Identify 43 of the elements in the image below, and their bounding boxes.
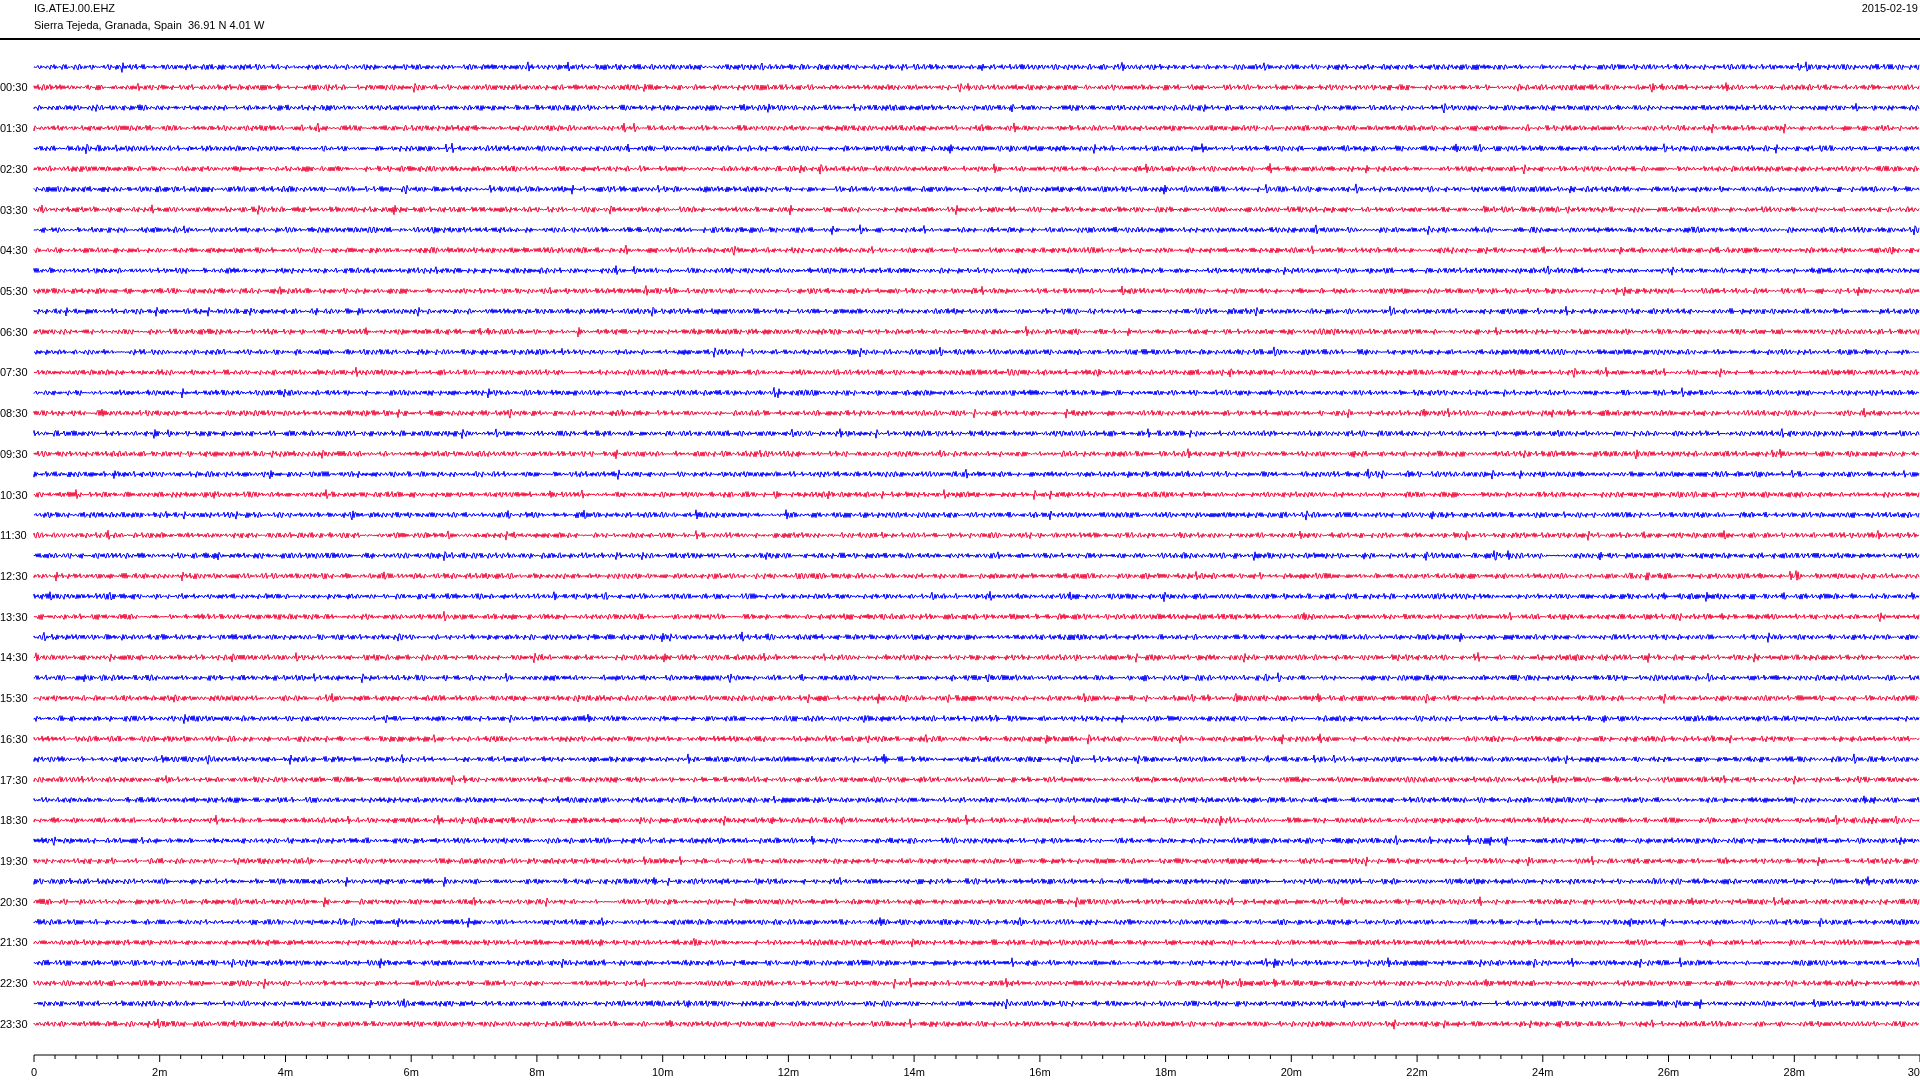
plot-date: 2015-02-19: [1861, 1, 1919, 16]
tick-label: 20m: [1280, 1066, 1303, 1078]
time-label: 03:30: [0, 203, 28, 216]
tick-label: 18m: [1154, 1066, 1177, 1078]
tick-label: 14m: [903, 1066, 925, 1078]
tick-label: 22m: [1406, 1066, 1428, 1078]
time-label: 11:30: [0, 529, 27, 542]
station-location: Sierra Tejeda, Granada, Spain 36.91 N 4.01 W: [34, 18, 265, 33]
tick-label: 26m: [1657, 1066, 1680, 1078]
tick-label: 12m: [777, 1066, 800, 1078]
time-label: 17:30: [0, 773, 28, 786]
time-label: 07:30: [0, 366, 28, 379]
tick-label: 28m: [1783, 1066, 1805, 1078]
tick-label: 4m: [277, 1066, 294, 1078]
time-label: 18:30: [0, 814, 28, 827]
time-label: 08:30: [0, 407, 28, 420]
tick-label: 0: [30, 1066, 38, 1078]
tick-label: 16m: [1029, 1066, 1051, 1078]
time-label: 02:30: [0, 162, 28, 175]
time-label: 16:30: [0, 732, 28, 745]
time-label: 06:30: [0, 325, 28, 338]
tick-label: 2m: [152, 1066, 168, 1078]
time-label: 04:30: [0, 244, 28, 257]
time-label: 23:30: [0, 1017, 28, 1030]
time-label: 12:30: [0, 570, 28, 582]
time-label: 20:30: [0, 895, 28, 908]
time-label: 21:30: [0, 936, 28, 949]
time-label: 05:30: [0, 284, 28, 297]
tick-label: 8m: [529, 1066, 545, 1078]
tick-label: 30: [1907, 1066, 1920, 1078]
station-code: IG.ATEJ.00.EHZ: [34, 1, 117, 16]
time-label: 01:30: [0, 122, 28, 135]
time-label: 22:30: [0, 977, 28, 990]
tick-label: 24m: [1532, 1066, 1554, 1078]
time-label: 00:30: [0, 81, 28, 94]
time-label: 09:30: [0, 447, 28, 460]
tick-label: 6m: [403, 1066, 419, 1078]
time-label: 19:30: [0, 855, 28, 868]
time-label: 15:30: [0, 692, 28, 705]
time-label: 13:30: [0, 610, 28, 623]
time-label: 10:30: [0, 488, 28, 501]
tick-label: 10m: [651, 1066, 674, 1078]
time-label: 14:30: [0, 651, 28, 664]
